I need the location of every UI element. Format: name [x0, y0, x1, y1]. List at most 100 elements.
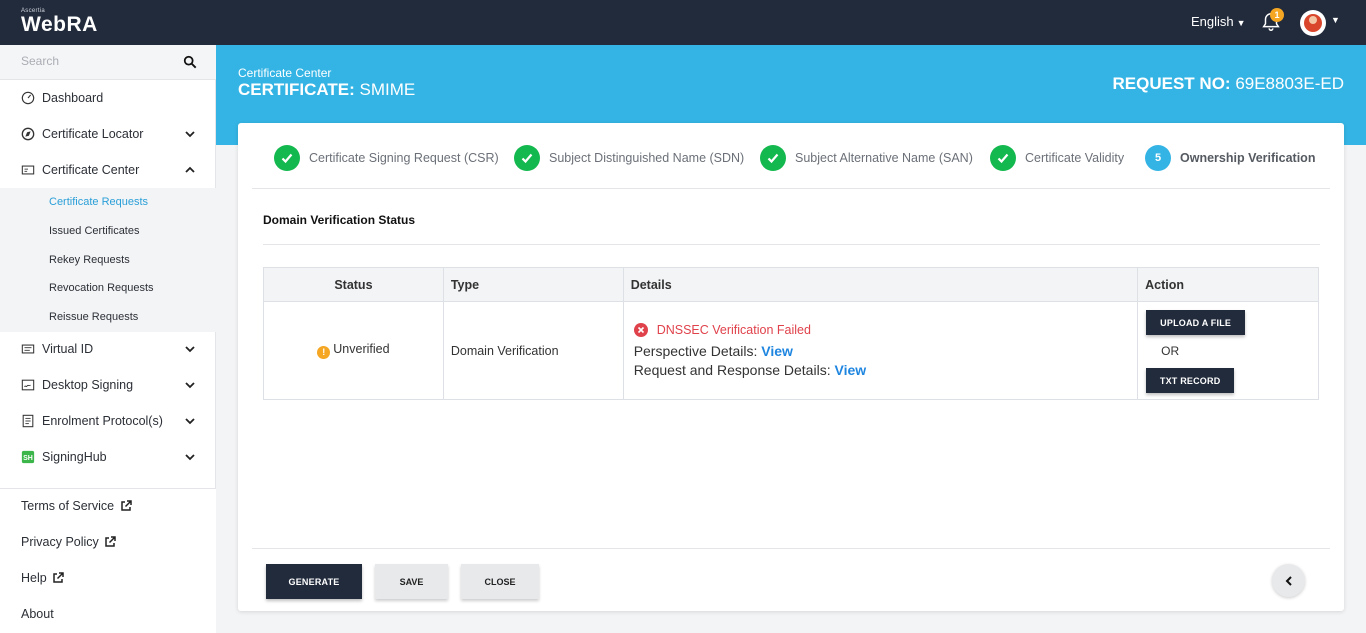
verification-table: Status Type Details Action ! Unverified D… — [263, 267, 1319, 400]
check-icon — [760, 145, 786, 171]
search-icon[interactable] — [183, 55, 197, 69]
language-selector[interactable]: English ▼ — [1191, 14, 1246, 29]
subnav-rekey-requests[interactable]: Rekey Requests — [49, 254, 130, 266]
request-response-details: Request and Response Details: View — [634, 362, 1137, 378]
sidebar: Dashboard Certificate Locator Certificat… — [0, 45, 216, 633]
upload-file-button[interactable]: UPLOAD A FILE — [1146, 310, 1246, 335]
check-icon — [990, 145, 1016, 171]
status-cell: ! Unverified — [263, 301, 444, 400]
check-icon — [514, 145, 540, 171]
sidebar-item-certificate-locator[interactable]: Certificate Locator — [0, 116, 216, 152]
step-validity[interactable]: Certificate Validity — [990, 145, 1124, 171]
help-label: Help — [21, 571, 47, 585]
signinghub-icon: SH — [21, 450, 35, 464]
subnav-issued-certificates[interactable]: Issued Certificates — [49, 225, 139, 237]
save-button[interactable]: SAVE — [375, 564, 448, 599]
sidebar-item-label: Virtual ID — [42, 342, 94, 356]
step-label: Subject Distinguished Name (SDN) — [549, 151, 745, 165]
sidebar-item-label: Dashboard — [42, 91, 104, 105]
terms-label: Terms of Service — [21, 499, 115, 513]
request-response-label: Request and Response Details: — [633, 362, 831, 378]
search-input[interactable] — [21, 54, 181, 68]
chevron-down-icon — [185, 346, 195, 353]
txt-record-button[interactable]: TXT RECORD — [1146, 368, 1235, 393]
column-header-details: Details — [622, 267, 1139, 302]
external-link-icon — [53, 572, 64, 583]
chevron-down-icon — [185, 418, 195, 425]
subnav-certificate-requests[interactable]: Certificate Requests — [49, 196, 148, 208]
step-san[interactable]: Subject Alternative Name (SAN) — [760, 145, 973, 171]
terms-of-service-link[interactable]: Terms of Service — [21, 499, 132, 513]
status-text: Unverified — [333, 342, 390, 356]
language-label: English — [1191, 14, 1234, 29]
breadcrumb[interactable]: Certificate Center — [238, 66, 331, 80]
sidebar-item-enrolment-protocols[interactable]: Enrolment Protocol(s) — [0, 403, 216, 439]
user-avatar[interactable] — [1300, 10, 1326, 36]
section-title: Domain Verification Status — [263, 213, 416, 227]
top-bar: Ascertia WebRA English ▼ 1 ▼ — [0, 0, 1366, 45]
action-cell: UPLOAD A FILE OR TXT RECORD — [1137, 301, 1319, 400]
sidebar-item-virtual-id[interactable]: Virtual ID — [0, 331, 216, 367]
step-label: Certificate Validity — [1025, 151, 1125, 165]
error-message: DNSSEC Verification Failed — [633, 323, 1137, 337]
perspective-view-link[interactable]: View — [761, 343, 793, 359]
desktop-signing-icon — [21, 379, 35, 391]
virtual-id-icon — [21, 344, 35, 354]
divider — [252, 548, 1330, 549]
details-cell: DNSSEC Verification Failed Perspective D… — [622, 301, 1139, 400]
about-link[interactable]: About — [21, 607, 54, 621]
subnav-reissue-requests[interactable]: Reissue Requests — [49, 311, 138, 323]
step-ownership-verification[interactable]: 5 Ownership Verification — [1145, 145, 1315, 171]
caret-down-icon[interactable]: ▼ — [1331, 15, 1340, 25]
back-button[interactable] — [1272, 564, 1305, 597]
chevron-down-icon — [185, 454, 195, 461]
sidebar-item-label: Desktop Signing — [42, 378, 134, 392]
certificate-center-submenu: Certificate Requests Issued Certificates… — [0, 188, 216, 332]
sidebar-item-label: Certificate Locator — [42, 127, 144, 141]
external-link-icon — [105, 536, 117, 547]
sidebar-item-dashboard[interactable]: Dashboard — [0, 80, 216, 116]
caret-down-icon: ▼ — [1236, 18, 1246, 28]
sidebar-item-label: SigningHub — [42, 450, 107, 464]
subnav-revocation-requests[interactable]: Revocation Requests — [49, 282, 154, 294]
request-number-value: 69E8803E-ED — [1235, 74, 1344, 93]
sidebar-footer: Terms of Service Privacy Policy Help Abo… — [0, 488, 216, 633]
chevron-down-icon — [185, 131, 195, 138]
error-text: DNSSEC Verification Failed — [656, 323, 811, 337]
privacy-label: Privacy Policy — [21, 535, 99, 549]
column-header-action: Action — [1137, 267, 1319, 302]
step-csr[interactable]: Certificate Signing Request (CSR) — [274, 145, 499, 171]
sidebar-item-desktop-signing[interactable]: Desktop Signing — [0, 367, 216, 403]
error-icon — [633, 323, 648, 337]
wizard-card: Certificate Signing Request (CSR) Subjec… — [238, 123, 1344, 611]
svg-text:SH: SH — [23, 455, 33, 462]
request-number-label: REQUEST NO: — [1112, 74, 1231, 93]
chevron-up-icon — [185, 166, 195, 173]
help-link[interactable]: Help — [21, 571, 64, 585]
brand-logo[interactable]: Ascertia WebRA — [21, 8, 98, 36]
sidebar-item-certificate-center[interactable]: Certificate Center — [0, 152, 216, 188]
search-box — [0, 45, 216, 80]
page-title: CERTIFICATE: SMIME — [238, 80, 415, 100]
external-link-icon — [120, 500, 132, 511]
step-label: Subject Alternative Name (SAN) — [795, 151, 973, 165]
table-header-row: Status Type Details Action — [263, 267, 1319, 302]
column-header-status: Status — [263, 267, 444, 302]
chevron-left-icon — [1285, 575, 1292, 586]
generate-button[interactable]: GENERATE — [266, 564, 362, 599]
request-response-view-link[interactable]: View — [834, 362, 866, 378]
enrolment-icon — [22, 414, 34, 428]
id-card-icon — [21, 165, 35, 175]
sidebar-item-label: Enrolment Protocol(s) — [42, 414, 163, 428]
table-row: ! Unverified Domain Verification DNSSEC V… — [263, 301, 1319, 400]
perspective-details: Perspective Details: View — [634, 343, 1137, 359]
step-label: Certificate Signing Request (CSR) — [309, 151, 499, 165]
privacy-policy-link[interactable]: Privacy Policy — [21, 535, 117, 549]
chevron-down-icon — [185, 382, 195, 389]
close-button[interactable]: CLOSE — [461, 564, 539, 599]
step-sdn[interactable]: Subject Distinguished Name (SDN) — [514, 145, 744, 171]
request-number: REQUEST NO: 69E8803E-ED — [1113, 74, 1344, 94]
check-icon — [274, 145, 300, 171]
step-number: 5 — [1145, 145, 1171, 171]
sidebar-item-signinghub[interactable]: SH SigningHub — [0, 439, 216, 475]
